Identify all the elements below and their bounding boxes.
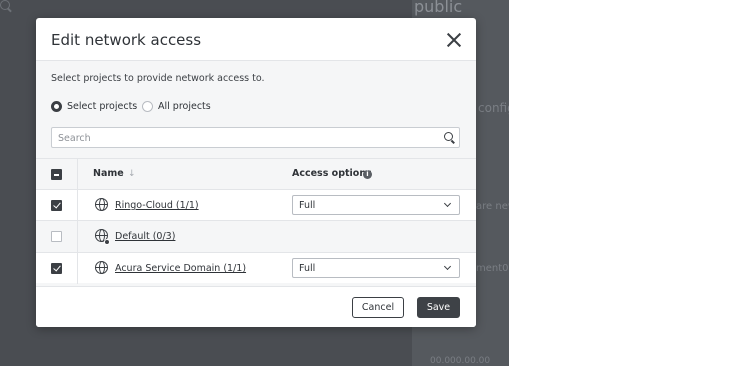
access-options-select[interactable]: Full (292, 195, 460, 215)
column-header-name[interactable]: Name (93, 168, 124, 179)
save-button[interactable]: Save (417, 297, 460, 318)
column-divider (77, 159, 78, 190)
background-text: are new (476, 201, 509, 212)
column-divider (77, 190, 78, 221)
background-text: ment0 (476, 263, 509, 274)
row-checkbox[interactable] (51, 263, 62, 274)
globe-icon (95, 261, 108, 274)
search-icon[interactable] (444, 132, 453, 141)
dialog-header: Edit network access (36, 18, 476, 61)
row-checkbox[interactable] (51, 231, 62, 242)
project-link[interactable]: Acura Service Domain (1/1) (115, 263, 246, 274)
info-icon[interactable]: i (363, 170, 372, 179)
select-all-checkbox[interactable] (51, 169, 62, 180)
search-field[interactable] (51, 127, 460, 148)
radio-selected-icon (51, 100, 62, 112)
dialog-description: Select projects to provide network acces… (51, 73, 265, 84)
cancel-button[interactable]: Cancel (352, 297, 404, 318)
radio-all-projects[interactable]: All projects (142, 99, 211, 113)
radio-select-projects[interactable]: Select projects (51, 99, 137, 113)
radio-label: All projects (158, 100, 211, 112)
settings-badge-icon (104, 239, 110, 245)
chevron-down-icon (443, 199, 452, 208)
background-text: configu (478, 101, 509, 115)
access-options-select[interactable]: Full (292, 258, 460, 278)
background-text: 00.000.00.00 (430, 356, 491, 366)
select-value: Full (299, 200, 316, 211)
close-icon[interactable] (444, 30, 464, 50)
table-row: Ringo-Cloud (1/1) Full (36, 189, 476, 221)
table-row: Default (0/3) (36, 220, 476, 252)
row-checkbox[interactable] (51, 200, 62, 211)
table-header-row: Name ↓ Access options i (36, 158, 476, 190)
project-link[interactable]: Ringo-Cloud (1/1) (115, 200, 199, 211)
column-header-access-options: Access options (292, 168, 372, 179)
screen: public configu are new ment0 00.000.00.0… (0, 0, 750, 366)
project-link[interactable]: Default (0/3) (115, 231, 175, 242)
background-search-icon (0, 0, 10, 10)
background-title: public (414, 0, 463, 16)
search-input[interactable] (58, 131, 428, 145)
dialog-footer: Cancel Save (36, 286, 476, 327)
radio-label: Select projects (67, 100, 138, 112)
globe-icon (95, 198, 108, 211)
radio-unselected-icon (142, 100, 153, 112)
dialog-body: Select projects to provide network acces… (36, 61, 476, 286)
column-divider (77, 253, 78, 284)
edit-network-access-dialog: Edit network access Select projects to p… (36, 18, 476, 327)
dialog-title: Edit network access (51, 31, 202, 49)
chevron-down-icon (443, 262, 452, 271)
sort-arrow-icon[interactable]: ↓ (128, 169, 136, 179)
select-value: Full (299, 263, 316, 274)
table-row: Acura Service Domain (1/1) Full (36, 252, 476, 284)
column-divider (77, 221, 78, 252)
